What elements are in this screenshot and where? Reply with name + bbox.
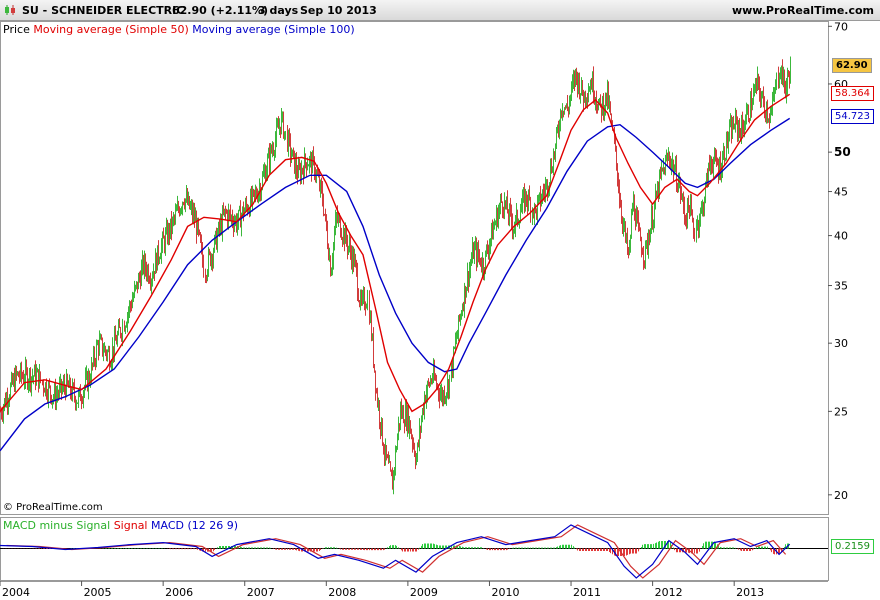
price-badge: 62.90 — [832, 58, 872, 73]
legend-macd: MACD (12 26 9) — [151, 519, 239, 532]
x-tick-label: 2013 — [736, 586, 764, 599]
price-bars — [0, 56, 791, 495]
x-tick-label: 2009 — [410, 586, 438, 599]
y-tick-label: 50 — [834, 145, 851, 159]
price-panel-frame — [0, 21, 829, 515]
y-tick-label: 20 — [834, 489, 848, 502]
x-tick-label: 2006 — [165, 586, 193, 599]
y-tick-label: 35 — [834, 280, 848, 293]
macd-line — [0, 524, 791, 579]
x-tick-label: 2010 — [491, 586, 519, 599]
price-chart[interactable]: 2025303540455060702004 2005 2006 2007 2008 20… — [0, 0, 880, 600]
legend-macd-signal: Signal — [113, 519, 148, 532]
x-tick-label: 2005 — [84, 586, 112, 599]
y-tick-label: 45 — [834, 186, 848, 199]
macd-legend: MACD minus Signal Signal MACD (12 26 9) — [3, 519, 238, 532]
x-tick-label: 2008 — [328, 586, 356, 599]
y-tick-label: 30 — [834, 337, 848, 350]
x-tick-label: 2012 — [655, 586, 683, 599]
macd-badge: 0.2159 — [831, 539, 874, 554]
signal-line — [6, 524, 787, 579]
ma50-badge: 58.364 — [831, 86, 874, 101]
x-tick-label: 2007 — [247, 586, 275, 599]
y-tick-label: 70 — [834, 20, 848, 33]
y-tick-label: 25 — [834, 405, 848, 418]
ma100-badge: 54.723 — [831, 109, 874, 124]
legend-macd-hist: MACD minus Signal — [3, 519, 111, 532]
x-tick-label: 2011 — [573, 586, 601, 599]
x-tick-label: 2004 — [2, 586, 30, 599]
y-tick-label: 40 — [834, 230, 848, 243]
copyright: © ProRealTime.com — [3, 502, 103, 513]
